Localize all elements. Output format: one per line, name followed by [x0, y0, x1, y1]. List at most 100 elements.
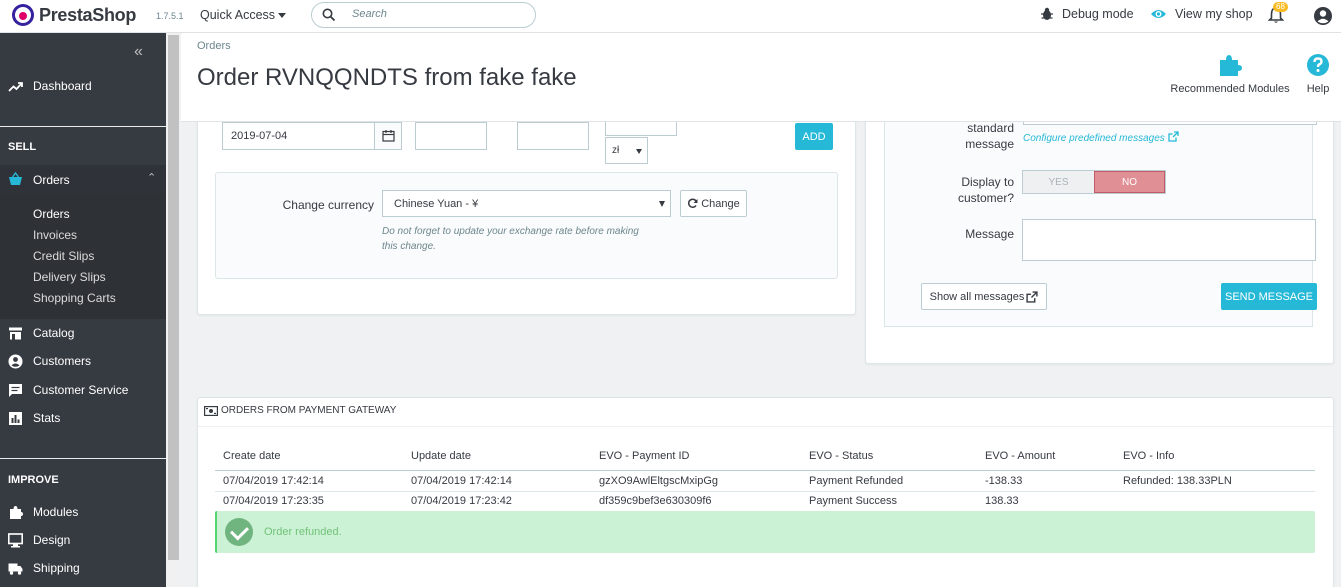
money-icon [204, 405, 218, 416]
sidebar-subitem-delivery-slips[interactable]: Delivery Slips [33, 270, 106, 284]
sidebar-item-label: Orders [33, 172, 70, 187]
scrollbar-thumb[interactable] [168, 35, 179, 560]
help-label: Help [1306, 83, 1330, 95]
calendar-button[interactable] [374, 123, 401, 149]
collapse-sidebar-icon[interactable]: « [134, 43, 143, 61]
sidebar: « Dashboard SELL Orders ⌃ Orders Invoice… [0, 33, 166, 587]
basket-icon [9, 172, 22, 185]
configure-predefined-messages-link[interactable]: Configure predefined messages [1023, 131, 1179, 144]
sidebar-item-customers[interactable]: Customers [0, 353, 166, 369]
cell-update-date: 07/04/2019 17:42:14 [411, 475, 512, 487]
currency-dropdown-value: Chinese Yuan - ¥ [394, 197, 479, 210]
send-message-button[interactable]: SEND MESSAGE [1221, 283, 1317, 310]
payment-gateway-panel: ORDERS FROM PAYMENT GATEWAY Create date … [197, 397, 1334, 587]
trending-up-icon [8, 81, 23, 92]
orders-submenu: Orders Invoices Credit Slips Delivery Sl… [0, 194, 166, 319]
amount-input[interactable] [415, 122, 487, 150]
sidebar-divider [0, 458, 166, 459]
sidebar-item-dashboard[interactable]: Dashboard [0, 78, 166, 94]
search-input[interactable] [352, 8, 522, 20]
currency-help-text-2: this change. [382, 241, 436, 252]
sidebar-item-label: Design [33, 533, 71, 547]
brand-name: PrestaShop [39, 4, 137, 25]
column-header-status[interactable]: EVO - Status [809, 450, 873, 462]
sidebar-item-design[interactable]: Design [0, 532, 166, 548]
sidebar-item-stats[interactable]: Stats [0, 410, 166, 426]
gateway-panel-header: ORDERS FROM PAYMENT GATEWAY [204, 405, 396, 416]
bar-chart-icon [9, 411, 22, 425]
sidebar-section-improve: IMPROVE [8, 474, 59, 486]
recommended-modules-button[interactable]: Recommended Modules [1168, 53, 1292, 95]
sidebar-item-catalog[interactable]: Catalog [0, 325, 166, 341]
column-header-amount[interactable]: EVO - Amount [985, 450, 1055, 462]
message-textarea[interactable] [1022, 219, 1316, 261]
sidebar-item-label: Catalog [33, 326, 75, 340]
sidebar-scrollbar[interactable] [166, 33, 181, 587]
chat-icon [9, 383, 22, 397]
success-alert: Order refunded. [215, 511, 1315, 553]
date-input[interactable]: 2019-07-04 [222, 122, 402, 150]
chevron-up-icon[interactable]: ⌃ [147, 171, 156, 184]
cell-payment-id: df359c9bef3e630309f6 [599, 495, 712, 507]
sidebar-divider [0, 126, 166, 127]
date-value: 2019-07-04 [231, 130, 288, 142]
currency-select-value: zł [612, 145, 620, 156]
display-to-customer-label-1: Display to [961, 175, 1014, 189]
currency-dropdown[interactable]: Chinese Yuan - ¥ [382, 190, 671, 217]
user-account-icon[interactable] [1313, 6, 1333, 26]
page-header: Orders Order RVNQQNDTS from fake fake Re… [181, 33, 1341, 122]
cell-amount: -138.33 [985, 475, 1023, 487]
value-input[interactable] [517, 122, 589, 150]
configure-link-label: Configure predefined messages [1023, 133, 1165, 144]
toggle-no[interactable]: NO [1093, 171, 1165, 193]
search-box[interactable] [311, 2, 536, 28]
cell-update-date: 07/04/2019 17:23:42 [411, 495, 512, 507]
column-header-payment-id[interactable]: EVO - Payment ID [599, 450, 689, 462]
display-to-customer-toggle[interactable]: YES NO [1022, 170, 1166, 194]
quick-access-label: Quick Access [200, 8, 276, 22]
sidebar-item-label: Modules [33, 505, 79, 519]
sidebar-item-modules[interactable]: Modules [0, 504, 166, 520]
sidebar-item-label: Dashboard [33, 79, 92, 93]
quick-access-dropdown[interactable]: Quick Access [200, 8, 287, 22]
currency-select[interactable]: zł [605, 137, 648, 164]
order-edit-panel: 2019-07-04 zł ADD Change currency Chines… [197, 100, 856, 315]
sidebar-item-customer-service[interactable]: Customer Service [0, 382, 166, 398]
debug-mode-link[interactable]: Debug mode [1040, 7, 1134, 21]
breadcrumb[interactable]: Orders [197, 40, 231, 52]
view-shop-link[interactable]: View my shop [1150, 7, 1253, 21]
sidebar-subitem-invoices[interactable]: Invoices [33, 228, 77, 242]
view-shop-label: View my shop [1175, 7, 1253, 21]
sidebar-subitem-credit-slips[interactable]: Credit Slips [33, 249, 94, 263]
cell-create-date: 07/04/2019 17:23:35 [223, 495, 324, 507]
sidebar-item-shipping[interactable]: Shipping [0, 560, 166, 576]
cell-status: Payment Refunded [809, 475, 904, 487]
change-currency-well: Change currency Chinese Yuan - ¥ Change … [215, 172, 838, 279]
debug-mode-label: Debug mode [1062, 7, 1134, 21]
column-header-update-date[interactable]: Update date [411, 450, 471, 462]
prestashop-logo[interactable]: PrestaShop [12, 4, 136, 26]
puzzle-icon [10, 505, 23, 519]
currency-help-text-1: Do not forget to update your exchange ra… [382, 226, 639, 237]
add-button[interactable]: ADD [795, 123, 833, 150]
change-currency-button[interactable]: Change [680, 190, 747, 217]
eye-icon [1151, 10, 1166, 18]
sidebar-item-label: Stats [33, 411, 61, 425]
column-header-create-date[interactable]: Create date [223, 450, 280, 462]
toggle-yes[interactable]: YES [1023, 171, 1094, 193]
sidebar-subitem-orders[interactable]: Orders [33, 207, 70, 221]
version-label: 1.7.5.1 [156, 11, 184, 21]
desktop-icon [8, 532, 23, 547]
store-icon [9, 327, 22, 339]
show-all-messages-button[interactable]: Show all messages [921, 283, 1047, 310]
message-well: standard message Configure predefined me… [884, 101, 1317, 327]
help-icon [1307, 54, 1329, 76]
messages-panel: standard message Configure predefined me… [865, 100, 1334, 364]
search-icon[interactable] [322, 8, 336, 22]
sidebar-item-orders[interactable]: Orders ⌃ [0, 165, 166, 194]
sidebar-item-label: Customers [33, 354, 92, 368]
sidebar-subitem-shopping-carts[interactable]: Shopping Carts [33, 291, 116, 305]
help-button[interactable]: Help [1300, 53, 1336, 95]
caret-down-icon [636, 149, 642, 154]
column-header-info[interactable]: EVO - Info [1123, 450, 1174, 462]
